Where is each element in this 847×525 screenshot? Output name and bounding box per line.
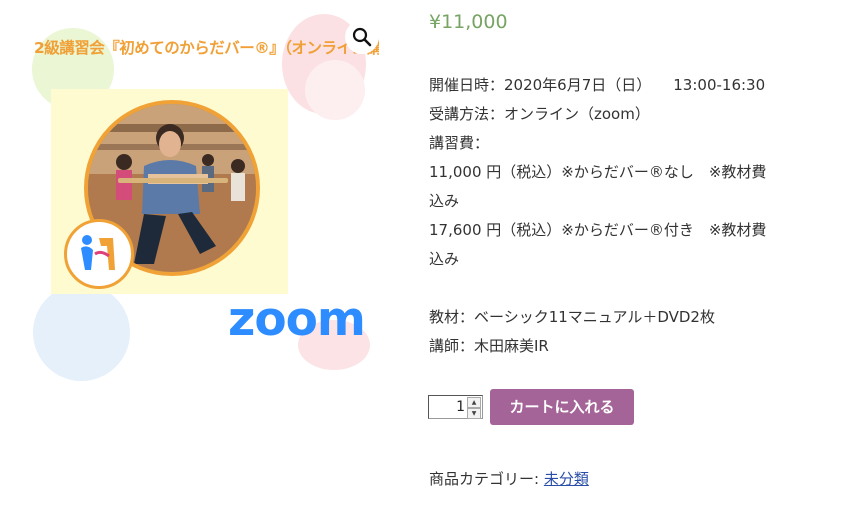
event-date: 開催日時：2020年6月7日（日）: [429, 76, 652, 94]
course-method: 受講方法：オンライン（zoom）: [429, 105, 650, 123]
decor-bubble-pink-light: [305, 60, 365, 120]
event-time: 13:00-16:30: [673, 76, 766, 94]
quantity-value[interactable]: 1: [429, 396, 465, 418]
fee-option-1: 11,000 円（税込）※からだバー®なし ※教材費: [429, 163, 767, 181]
category-label: 商品カテゴリー:: [429, 470, 540, 488]
magnifier-icon: [352, 27, 372, 47]
zoom-logo: zoom: [228, 292, 366, 347]
course-instructor: 講師：木田麻美IR: [429, 337, 549, 355]
quantity-spin-buttons: ▲ ▼: [467, 397, 481, 419]
fee-option-1-cont: 込み: [429, 192, 460, 210]
quantity-stepper[interactable]: 1 ▲ ▼: [428, 395, 483, 419]
spin-down-icon[interactable]: ▼: [467, 408, 481, 419]
product-price: ¥11,000: [429, 11, 508, 33]
product-description: 開催日時：2020年6月7日（日） 13:00-16:30 受講方法：オンライン（…: [429, 71, 824, 361]
spin-up-icon[interactable]: ▲: [467, 397, 481, 408]
product-gallery: 2級講習会『初めてのからだバー®』（オンライン講座） zoom: [0, 0, 400, 400]
decor-bubble-blue: [33, 284, 130, 381]
add-to-cart-button[interactable]: カートに入れる: [490, 389, 634, 425]
add-to-cart-form: 1 ▲ ▼ カートに入れる: [428, 389, 728, 425]
association-logo: [64, 219, 134, 289]
fee-option-2-cont: 込み: [429, 250, 460, 268]
course-material: 教材：ベーシック11マニュアル＋DVD2枚: [429, 308, 715, 326]
product-image-title: 2級講習会『初めてのからだバー®』（オンライン講座）: [34, 39, 379, 57]
image-zoom-button[interactable]: [345, 20, 379, 54]
fee-option-2: 17,600 円（税込）※からだバー®付き ※教材費: [429, 221, 767, 239]
product-meta: 商品カテゴリー: 未分類: [429, 465, 729, 494]
fee-label: 講習費：: [429, 134, 490, 152]
event-date-line: 開催日時：2020年6月7日（日） 13:00-16:30: [429, 71, 824, 100]
category-link[interactable]: 未分類: [544, 470, 589, 488]
